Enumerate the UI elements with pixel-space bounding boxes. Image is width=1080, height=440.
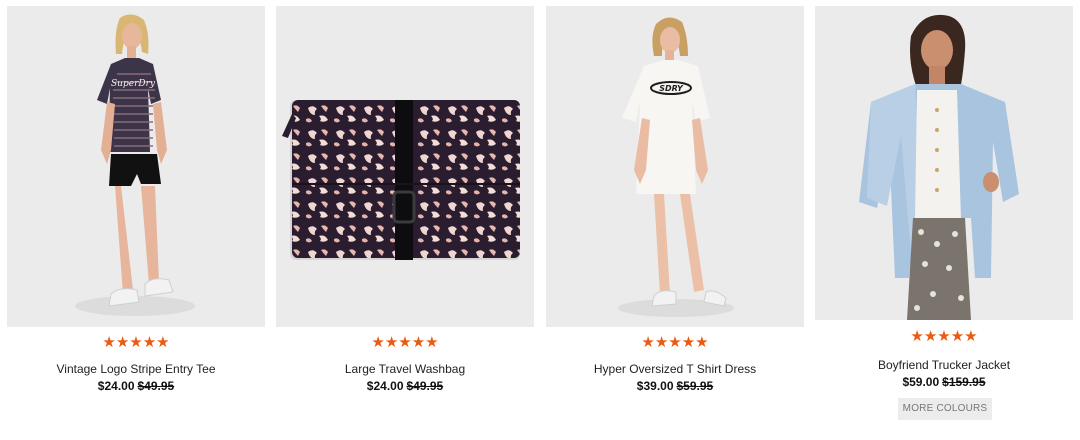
product-image[interactable]: SDRY (546, 6, 804, 327)
rating-stars: ★★★★★ (910, 328, 978, 345)
product-card-trucker-jacket[interactable]: ★★★★★ Boyfriend Trucker Jacket $59.00 $15… (815, 6, 1073, 436)
product-price: $24.00 $49.95 (276, 379, 534, 393)
sale-price: $24.00 (366, 379, 404, 393)
original-price: $159.95 (942, 375, 986, 389)
product-image[interactable] (276, 6, 534, 327)
shirt-logo-text: SuperDry (111, 79, 156, 89)
product-price: $39.00 $59.95 (546, 379, 804, 393)
product-image[interactable]: SuperDry (7, 6, 265, 327)
dress-logo-text: SDRY (659, 84, 684, 93)
original-price: $49.95 (406, 379, 444, 393)
product-name[interactable]: Large Travel Washbag (276, 362, 534, 376)
product-image[interactable] (815, 6, 1073, 320)
sale-price: $59.00 (902, 375, 940, 389)
original-price: $49.95 (137, 379, 175, 393)
rating-stars: ★★★★★ (641, 334, 709, 351)
product-price: $59.00 $159.95 (815, 375, 1073, 389)
product-name[interactable]: Vintage Logo Stripe Entry Tee (7, 362, 265, 376)
original-price: $59.95 (676, 379, 714, 393)
sale-price: $39.00 (636, 379, 674, 393)
rating-stars: ★★★★★ (371, 334, 439, 351)
product-card-oversized-tshirt-dress[interactable]: SDRY ★★★★★ Hyper Oversized T Shirt Dress… (546, 6, 804, 406)
product-card-travel-washbag[interactable]: ★★★★★ Large Travel Washbag $24.00 $49.95 (276, 6, 534, 406)
product-price: $24.00 $49.95 (7, 379, 265, 393)
more-colours-button[interactable]: MORE COLOURS (898, 398, 992, 420)
rating-stars: ★★★★★ (102, 334, 170, 351)
sale-price: $24.00 (97, 379, 135, 393)
product-name[interactable]: Boyfriend Trucker Jacket (815, 358, 1073, 372)
product-card-vintage-logo-tee[interactable]: SuperDry ★★★★★ Vintage Logo Stripe Entry… (7, 6, 265, 406)
product-name[interactable]: Hyper Oversized T Shirt Dress (546, 362, 804, 376)
